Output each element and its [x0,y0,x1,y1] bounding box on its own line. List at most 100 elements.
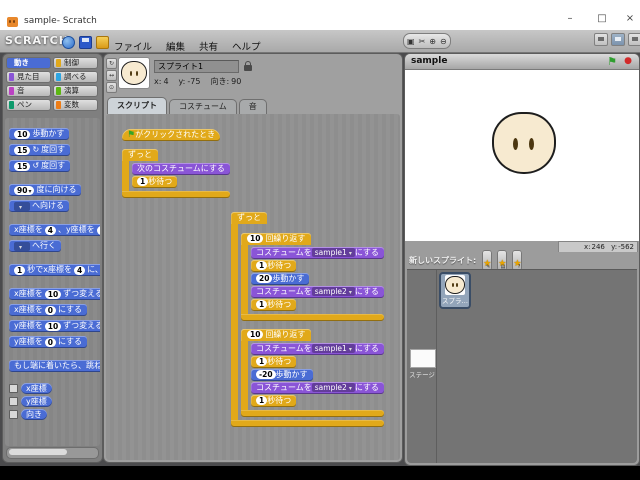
block-direction-reporter[interactable]: 向き [21,409,47,420]
shrink-sprite-tool-icon[interactable]: ⊖ [440,35,447,48]
block-when-green-flag-clicked[interactable]: ⚑がクリックされたとき [122,129,221,141]
category-sound[interactable]: 音 [6,85,51,97]
language-globe-icon[interactable] [62,36,75,49]
category-variables[interactable]: 変数 [53,99,98,111]
category-sensing[interactable]: 調べる [53,71,98,83]
menu-item[interactable]: 編集 [166,39,185,53]
category-control[interactable]: 制御 [53,57,98,69]
minimize-button[interactable]: – [558,13,582,24]
block-change-x-by[interactable]: x座標を 10 ずつ変える [9,288,100,300]
stage-thumbnail[interactable] [410,349,436,368]
number-input[interactable]: 10 [247,330,264,339]
script-stack[interactable]: ⚑がクリックされたとき ずっと次のコスチュームにする 1 秒待つ [122,129,230,199]
block-set-x-to[interactable]: x座標を 0 にする [9,304,88,316]
block-switch-to-costume[interactable]: コスチュームをsample1にする [251,343,384,355]
palette-scrollbar-thumb[interactable] [9,449,67,455]
dropdown-input[interactable]: sample1 [311,344,355,353]
reporter-checkbox[interactable] [9,384,18,393]
number-input[interactable]: 1 [256,357,268,366]
delete-tool-icon[interactable]: ✂ [419,35,426,48]
block-point-in-direction[interactable]: 90度に向ける [9,184,82,196]
block-switch-to-costume[interactable]: コスチュームをsample2にする [251,382,384,394]
block-wait-secs[interactable]: 1 秒待つ [251,356,297,368]
block-forever[interactable]: ずっと次のコスチュームにする 1 秒待つ [122,142,230,198]
block-repeat-times[interactable]: 10回繰り返すコスチュームをsample1にする1秒待つ-20歩動かすコスチュー… [241,322,384,417]
block-move-steps[interactable]: -20 歩動かす [251,369,313,381]
block-go-to-xy[interactable]: x座標を4、y座標を-75にする [9,224,100,236]
block-point-towards[interactable]: へ向ける [9,200,69,212]
block-go-to[interactable]: へ行く [9,240,61,252]
duplicate-tool-icon[interactable]: ▣ [407,35,415,48]
category-operators[interactable]: 演算 [53,85,98,97]
dropdown-input[interactable] [14,241,30,251]
number-input[interactable]: 0 [44,337,56,347]
presentation-mode[interactable] [628,33,640,46]
small-stage-view[interactable] [594,33,608,46]
close-button[interactable]: × [618,13,640,24]
new-sprite-from-file-button[interactable]: ★ ▤ [497,250,508,271]
number-input[interactable]: 0 [44,305,56,315]
script-stack[interactable]: ずっと10回繰り返すコスチュームをsample1にする1秒待つ20歩動かすコスチ… [231,205,384,428]
block-switch-to-costume[interactable]: コスチュームをsample2にする [251,286,384,298]
number-input[interactable]: 10 [44,289,62,299]
number-input[interactable]: 1 [256,396,268,405]
block-move-steps[interactable]: 20 歩動かす [251,273,310,285]
block-forever-header[interactable]: ずっと [122,149,158,161]
paint-new-sprite-button[interactable]: ★ ✎ [482,250,493,271]
block-repeat-times-header[interactable]: 10 回繰り返す [241,232,312,245]
block-forever-header[interactable]: ずっと [231,212,267,224]
block-wait-secs[interactable]: 1 秒待つ [251,299,297,311]
number-input[interactable]: 20 [256,274,273,283]
dropdown-input[interactable]: sample2 [311,383,355,392]
number-input[interactable]: 15 [14,145,31,155]
block-next-costume[interactable]: 次のコスチュームにする [132,163,230,175]
dropdown-input[interactable] [14,201,30,211]
number-input[interactable]: 1 [256,300,268,309]
stage-sprite[interactable] [492,112,556,174]
block-wait-secs[interactable]: 1 秒待つ [132,176,178,188]
category-motion[interactable]: 動き [6,57,51,69]
number-input[interactable]: 1 [14,265,26,275]
block-set-y-to[interactable]: y座標を 0 にする [9,336,88,348]
dropdown-input[interactable]: sample1 [311,248,355,257]
number-input[interactable]: -20 [256,370,276,379]
block-turn-clockwise[interactable]: 15 ↻ 度回す [9,144,71,156]
number-input[interactable]: 15 [14,161,31,171]
block-repeat-times-header[interactable]: 10 回繰り返す [241,328,312,341]
reporter-checkbox[interactable] [9,410,18,419]
sprite-name-field[interactable]: スプライト1 [154,60,239,73]
block-glide-to-xy[interactable]: 1秒でx座標を4に、y座標を-75に変える [9,264,100,276]
sprite-list-item[interactable]: スプライト1 [439,272,471,309]
block-if-on-edge-bounce[interactable]: もし端に着いたら、跳ね返る [9,360,100,372]
tab-scripts[interactable]: スクリプト [107,97,167,114]
tab-sounds[interactable]: 音 [238,99,267,114]
block-change-y-by[interactable]: y座標を 10 ずつ変える [9,320,100,332]
block-wait-secs[interactable]: 1 秒待つ [251,260,297,272]
number-input[interactable]: 4 [44,225,56,235]
dropdown-input[interactable]: sample2 [311,287,355,296]
tab-costumes[interactable]: コスチューム [169,99,237,114]
number-input[interactable]: 10 [247,234,264,243]
block-y-position-reporter[interactable]: y座標 [21,396,52,407]
number-dropdown-input[interactable]: 90 [14,185,35,195]
save-icon[interactable] [79,36,92,49]
block-switch-to-costume[interactable]: コスチュームをsample1にする [251,247,384,259]
scripts-canvas[interactable]: ⚑がクリックされたとき ずっと 次のコスチュームにする 1 秒待つ ずっと 10 回繰り返すコ… [106,114,400,460]
category-looks[interactable]: 見た目 [6,71,51,83]
stop-button[interactable]: ● [624,56,632,66]
green-flag-button[interactable]: ⚑ [607,55,617,68]
number-input[interactable]: 4 [73,265,86,275]
block-move-steps[interactable]: 10 歩動かす [9,128,70,140]
number-input[interactable]: -75 [96,225,100,235]
number-input[interactable]: 1 [256,261,268,270]
reporter-checkbox[interactable] [9,397,18,406]
number-input[interactable]: 10 [14,129,31,139]
surprise-sprite-button[interactable]: ★? [512,250,523,271]
block-wait-secs[interactable]: 1 秒待つ [251,395,297,407]
normal-stage-view[interactable] [611,33,625,46]
menu-item[interactable]: 共有 [199,39,218,53]
stage-area[interactable] [405,70,639,241]
block-x-position-reporter[interactable]: x座標 [21,383,52,394]
number-input[interactable]: 1 [137,177,149,186]
menu-item[interactable]: ファイル [114,39,152,53]
